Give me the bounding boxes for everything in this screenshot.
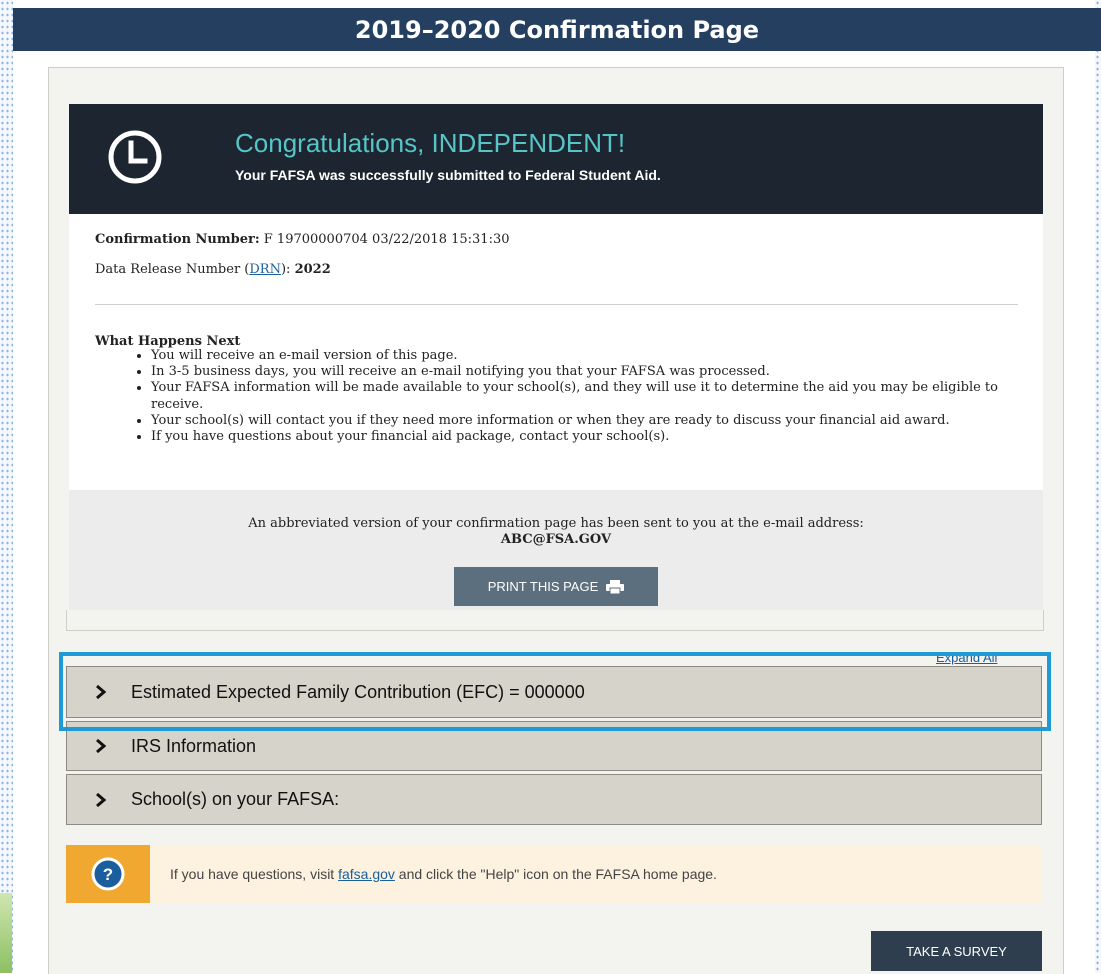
help-icon-panel: ? — [66, 845, 150, 903]
accordion-schools-label: School(s) on your FAFSA: — [131, 789, 340, 809]
divider — [95, 304, 1018, 305]
confirmation-number-label: Confirmation Number: — [95, 232, 260, 247]
accordion-schools[interactable]: School(s) on your FAFSA: — [66, 774, 1042, 825]
congrats-banner: Congratulations, INDEPENDENT! Your FAFSA… — [69, 104, 1043, 214]
congrats-title: Congratulations, INDEPENDENT! — [235, 128, 626, 158]
help-text: If you have questions, visit fafsa.gov a… — [170, 866, 717, 882]
drn-value: 2022 — [294, 262, 331, 277]
confirmation-number-value: F 19700000704 03/22/2018 15:31:30 — [263, 232, 510, 247]
accordion-irs-label: IRS Information — [131, 735, 257, 756]
confirmation-number: Confirmation Number: F 19700000704 03/22… — [95, 232, 510, 247]
congrats-subtitle: Your FAFSA was successfully submitted to… — [235, 167, 661, 183]
take-survey-button[interactable]: TAKE A SURVEY — [871, 931, 1042, 971]
question-icon: ? — [91, 857, 125, 891]
print-button-label: PRINT THIS PAGE — [487, 579, 599, 594]
chevron-right-icon — [96, 738, 107, 754]
slide-dotted-border-left — [0, 0, 13, 973]
confirmation-card: Congratulations, INDEPENDENT! Your FAFSA… — [69, 104, 1043, 610]
email-notice-panel: An abbreviated version of your confirmat… — [69, 490, 1043, 610]
list-item: Your FAFSA information will be made avai… — [151, 380, 1031, 412]
chevron-right-icon — [96, 792, 107, 807]
help-text-after: and click the "Help" icon on the FAFSA h… — [394, 866, 717, 882]
print-page-button[interactable]: PRINT THIS PAGE — [454, 567, 658, 606]
next-steps-list: You will receive an e-mail version of th… — [121, 348, 1031, 445]
email-notice-text: An abbreviated version of your confirmat… — [248, 516, 864, 531]
slide-title: 2019–2020 Confirmation Page — [13, 8, 1101, 51]
svg-text:?: ? — [103, 865, 113, 884]
drn-link[interactable]: DRN — [249, 262, 281, 277]
help-notice: ? If you have questions, visit fafsa.gov… — [66, 845, 1041, 903]
clock-icon — [108, 130, 162, 184]
efc-highlight-box — [59, 652, 1051, 731]
data-release-number: Data Release Number (DRN): 2022 — [95, 262, 331, 277]
list-item: Your school(s) will contact you if they … — [151, 413, 1031, 429]
card-bottom-border — [66, 610, 1044, 631]
next-steps-heading: What Happens Next — [95, 334, 241, 349]
fafsa-gov-link[interactable]: fafsa.gov — [338, 866, 395, 882]
printer-icon — [606, 579, 625, 594]
list-item: You will receive an e-mail version of th… — [151, 348, 1031, 364]
help-text-before: If you have questions, visit — [170, 866, 339, 882]
list-item: If you have questions about your financi… — [151, 429, 1031, 445]
drn-label-prefix: Data Release Number ( — [95, 262, 250, 277]
email-address: ABC@FSA.GOV — [500, 532, 612, 547]
drn-label-suffix: ): — [280, 262, 291, 277]
list-item: In 3-5 business days, you will receive a… — [151, 364, 1031, 380]
slide-dotted-border-right — [1095, 0, 1101, 973]
slide-decoration — [0, 893, 12, 973]
